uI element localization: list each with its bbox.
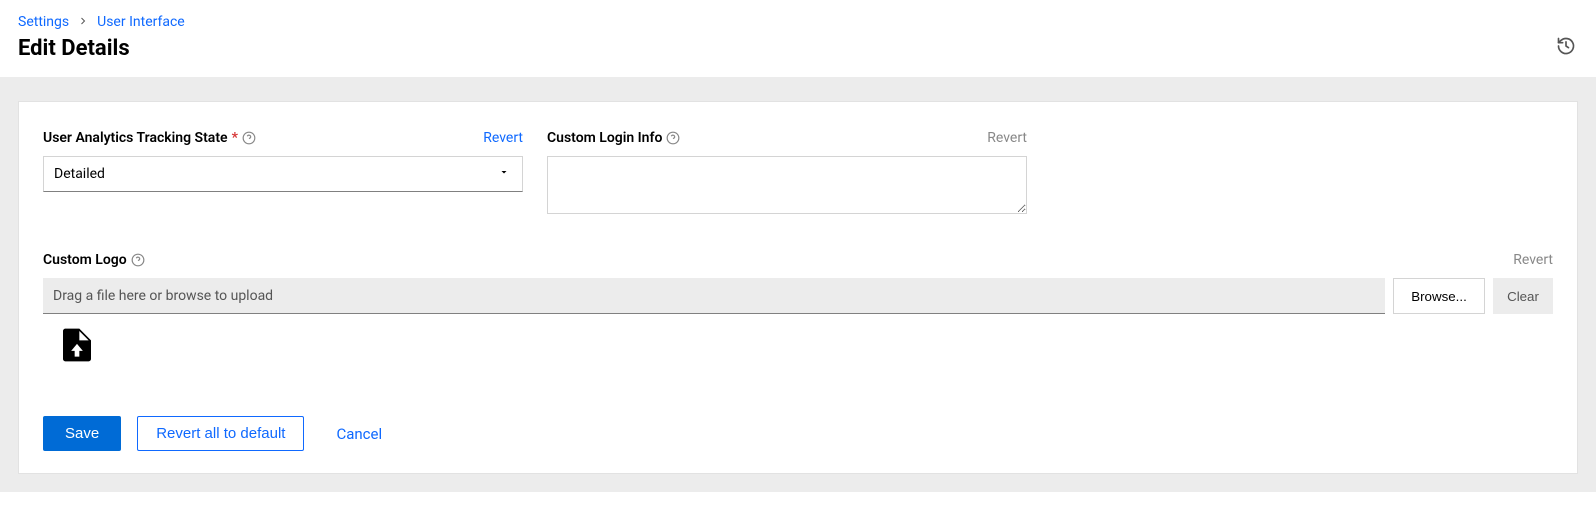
tracking-state-label: User Analytics Tracking State (43, 130, 228, 146)
breadcrumb-settings[interactable]: Settings (18, 14, 69, 30)
revert-login-info-button: Revert (987, 130, 1027, 146)
tracking-state-value: Detailed (54, 166, 105, 182)
browse-button[interactable]: Browse... (1393, 278, 1485, 314)
page-title: Edit Details (18, 36, 1578, 61)
breadcrumb: Settings User Interface (18, 14, 1578, 30)
file-upload-icon[interactable] (63, 328, 1553, 366)
clear-button: Clear (1493, 278, 1553, 314)
revert-all-button[interactable]: Revert all to default (137, 416, 304, 451)
login-info-label: Custom Login Info (547, 130, 662, 146)
revert-logo-button: Revert (1513, 252, 1553, 268)
revert-tracking-button[interactable]: Revert (483, 130, 523, 146)
settings-panel: User Analytics Tracking State * Revert D… (18, 101, 1578, 474)
breadcrumb-user-interface[interactable]: User Interface (97, 14, 185, 30)
required-indicator: * (232, 130, 238, 146)
login-info-textarea[interactable] (547, 156, 1027, 214)
tracking-state-select[interactable]: Detailed (43, 156, 523, 192)
logo-dropzone[interactable]: Drag a file here or browse to upload (43, 278, 1385, 314)
save-button[interactable]: Save (43, 416, 121, 451)
cancel-button[interactable]: Cancel (336, 425, 382, 443)
help-icon[interactable] (666, 131, 680, 145)
chevron-right-icon (77, 15, 89, 30)
history-icon[interactable] (1556, 36, 1576, 60)
help-icon[interactable] (242, 131, 256, 145)
custom-logo-label: Custom Logo (43, 252, 127, 268)
help-icon[interactable] (131, 253, 145, 267)
caret-down-icon (498, 166, 510, 182)
dropzone-placeholder: Drag a file here or browse to upload (53, 288, 273, 304)
